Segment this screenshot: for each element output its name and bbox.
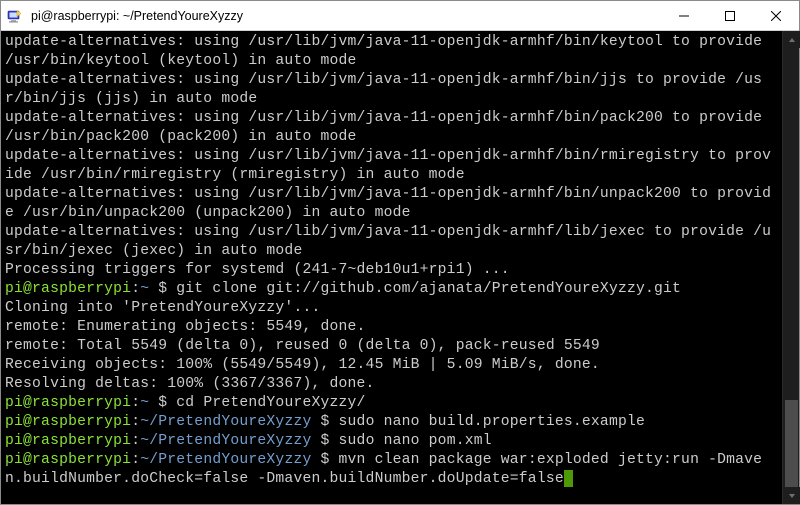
output-line: update-alternatives: using /usr/lib/jvm/… [5,109,777,147]
prompt-dollar: $ [311,414,338,430]
cursor [564,470,573,487]
output-line: update-alternatives: using /usr/lib/jvm/… [5,71,777,109]
terminal-wrap: update-alternatives: using /usr/lib/jvm/… [1,31,799,504]
prompt-sep: : [131,281,140,297]
prompt-path: ~/PretendYoureXyzzy [140,452,311,468]
app-window: pi@raspberrypi: ~/PretendYoureXyzzy upda… [0,0,800,505]
output-line: Processing triggers for systemd (241-7~d… [5,261,777,280]
prompt-sep: : [131,414,140,430]
scrollbar[interactable] [782,31,799,504]
window-title: pi@raspberrypi: ~/PretendYoureXyzzy [29,9,661,23]
prompt-dollar: $ [311,433,338,449]
prompt-sep: : [131,395,140,411]
prompt-line: pi@raspberrypi:~ $ git clone git://githu… [5,280,777,299]
prompt-sep: : [131,433,140,449]
window-controls [661,1,799,30]
prompt-userhost: pi@raspberrypi [5,433,131,449]
command-text: sudo nano build.properties.example [339,414,645,430]
prompt-path: ~/PretendYoureXyzzy [140,433,311,449]
output-line: Resolving deltas: 100% (3367/3367), done… [5,375,777,394]
close-icon [771,11,781,21]
output-line: update-alternatives: using /usr/lib/jvm/… [5,185,777,223]
chevron-up-icon [788,36,796,44]
command-text: git clone git://github.com/ajanata/Prete… [176,281,681,297]
close-button[interactable] [753,1,799,30]
prompt-path: ~/PretendYoureXyzzy [140,414,311,430]
maximize-icon [725,11,735,21]
chevron-down-icon [788,492,796,500]
minimize-icon [679,11,689,21]
output-line: Receiving objects: 100% (5549/5549), 12.… [5,356,777,375]
prompt-dollar: $ [311,452,338,468]
prompt-userhost: pi@raspberrypi [5,414,131,430]
output-line: update-alternatives: using /usr/lib/jvm/… [5,147,777,185]
output-line: update-alternatives: using /usr/lib/jvm/… [5,33,777,71]
prompt-line: pi@raspberrypi:~ $ cd PretendYoureXyzzy/ [5,394,777,413]
putty-icon [7,8,23,24]
prompt-userhost: pi@raspberrypi [5,281,131,297]
terminal-content: update-alternatives: using /usr/lib/jvm/… [5,33,795,489]
scroll-up-button[interactable] [783,31,800,48]
prompt-userhost: pi@raspberrypi [5,395,131,411]
prompt-sep: : [131,452,140,468]
prompt-path: ~ [140,395,149,411]
scrollbar-thumb[interactable] [785,400,798,495]
prompt-dollar: $ [149,395,176,411]
output-line: update-alternatives: using /usr/lib/jvm/… [5,223,777,261]
command-text: cd PretendYoureXyzzy/ [176,395,365,411]
output-line: Cloning into 'PretendYoureXyzzy'... [5,299,777,318]
prompt-path: ~ [140,281,149,297]
output-line: remote: Enumerating objects: 5549, done. [5,318,777,337]
terminal[interactable]: update-alternatives: using /usr/lib/jvm/… [1,31,799,504]
titlebar[interactable]: pi@raspberrypi: ~/PretendYoureXyzzy [1,1,799,31]
command-text: sudo nano pom.xml [339,433,492,449]
minimize-button[interactable] [661,1,707,30]
prompt-line: pi@raspberrypi:~/PretendYoureXyzzy $ sud… [5,432,777,451]
output-line: remote: Total 5549 (delta 0), reused 0 (… [5,337,777,356]
scroll-down-button[interactable] [783,487,800,504]
prompt-line: pi@raspberrypi:~/PretendYoureXyzzy $ sud… [5,413,777,432]
prompt-dollar: $ [149,281,176,297]
maximize-button[interactable] [707,1,753,30]
prompt-line: pi@raspberrypi:~/PretendYoureXyzzy $ mvn… [5,451,777,489]
prompt-userhost: pi@raspberrypi [5,452,131,468]
